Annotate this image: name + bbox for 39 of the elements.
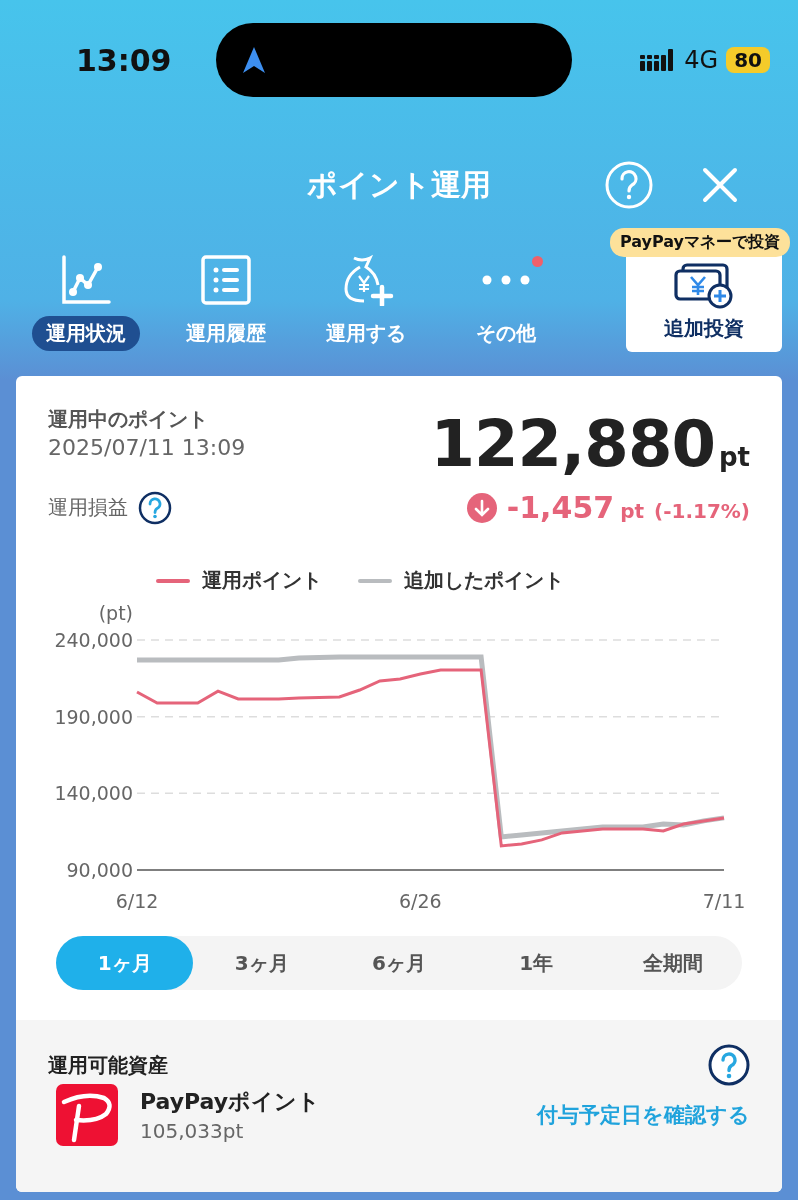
- y-tick-label: 90,000: [66, 859, 133, 881]
- section-title: 運用可能資産: [48, 1051, 168, 1079]
- period-tab[interactable]: 1年: [467, 936, 605, 990]
- navigation-arrow-icon: [242, 46, 266, 74]
- x-tick-label: 6/26: [399, 890, 442, 912]
- period-tab[interactable]: 3ヶ月: [193, 936, 331, 990]
- legend-label: 運用ポイント: [202, 567, 322, 594]
- page-title: ポイント運用: [307, 165, 491, 204]
- network-label: 4G: [684, 46, 719, 74]
- change-value: -1,457: [506, 490, 615, 525]
- more-icon: [482, 275, 530, 285]
- period-tab[interactable]: 全期間: [604, 936, 742, 990]
- y-tick-label: 190,000: [54, 705, 133, 728]
- nav-tab[interactable]: 運用状況: [16, 250, 156, 376]
- help-icon[interactable]: [138, 490, 172, 525]
- change-percent: (-1.17%): [654, 499, 750, 523]
- list-icon: [200, 254, 252, 306]
- line-chart-icon: [60, 254, 112, 306]
- profit-loss-label: 運用損益: [48, 494, 128, 521]
- total-unit: pt: [718, 442, 750, 472]
- period-tab[interactable]: 6ヶ月: [330, 936, 468, 990]
- battery-indicator: 80: [726, 47, 770, 73]
- x-tick-label: 7/11: [702, 890, 746, 912]
- change-unit: pt: [620, 499, 645, 523]
- tooltip-badge: PayPayマネーで投資: [609, 228, 790, 257]
- help-icon[interactable]: [708, 1044, 750, 1086]
- total-points: 122,880: [430, 412, 715, 476]
- summary-label: 運用中のポイント: [48, 406, 209, 433]
- asset-name: PayPayポイント: [140, 1088, 321, 1116]
- status-time: 13:09: [76, 42, 173, 78]
- y-tick-label: 140,000: [54, 782, 133, 805]
- timestamp: 2025/07/11 13:09: [48, 435, 246, 460]
- axis-unit: (pt): [98, 602, 133, 624]
- banknote-plus-icon: [673, 263, 735, 309]
- asset-amount: 105,033pt: [140, 1119, 245, 1143]
- y-tick-label: 240,000: [54, 629, 133, 651]
- app-logo-icon: [56, 1084, 118, 1146]
- legend-label: 追加したポイント: [404, 567, 564, 594]
- x-tick-label: 6/12: [115, 890, 159, 912]
